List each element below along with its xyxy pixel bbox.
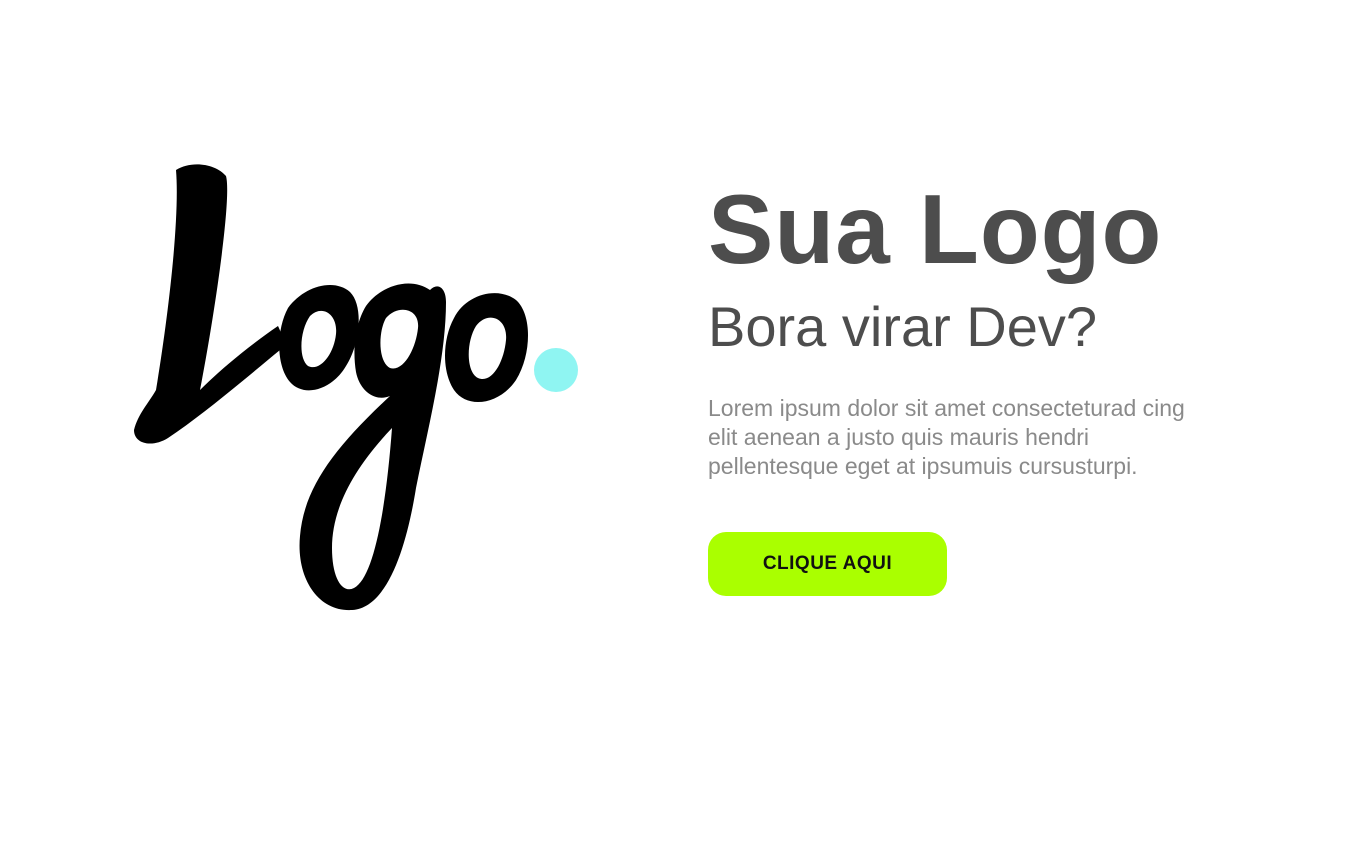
hero-title: Sua Logo	[708, 174, 1163, 284]
cta-button[interactable]: CLIQUE AQUI	[708, 532, 947, 596]
hero-description: Lorem ipsum dolor sit amet consecteturad…	[708, 395, 1185, 479]
hero-subtitle: Bora virar Dev?	[708, 295, 1098, 358]
brand-logo	[128, 158, 588, 618]
logo-script-icon	[134, 164, 578, 611]
hero-content: Sua Logo Bora virar Dev? Lorem ipsum dol…	[708, 170, 1228, 596]
logo-dot	[534, 348, 578, 392]
